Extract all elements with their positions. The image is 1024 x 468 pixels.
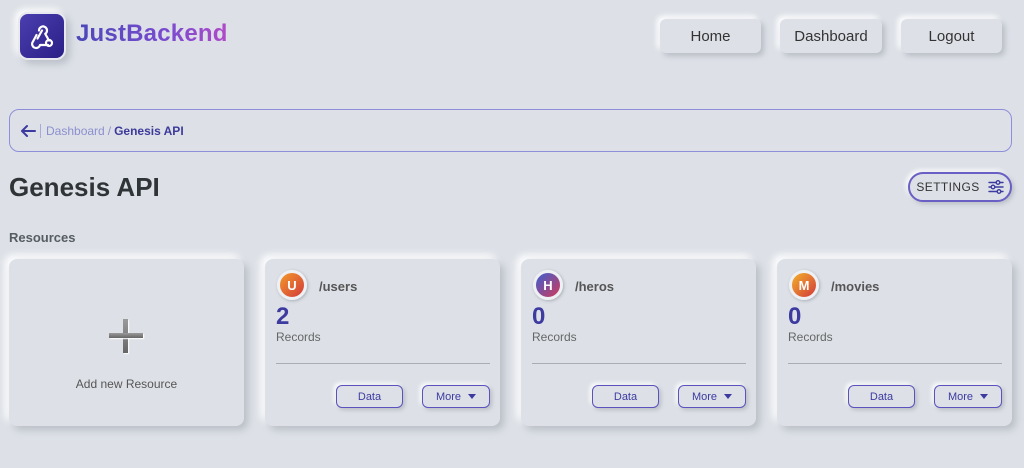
- avatar: U: [277, 270, 307, 300]
- more-dropdown-button[interactable]: More: [934, 385, 1002, 408]
- more-label: More: [947, 390, 974, 403]
- resource-name: /users: [319, 279, 358, 294]
- resource-card-movies: M /movies 0 Records Data More: [777, 259, 1012, 426]
- avatar: H: [533, 270, 563, 300]
- caret-down-icon: [980, 394, 989, 399]
- resources-section-label: Resources: [9, 230, 76, 245]
- app-logo[interactable]: [18, 12, 66, 60]
- nav-dashboard-button[interactable]: Dashboard: [780, 19, 882, 53]
- nav-home-button[interactable]: Home: [660, 19, 761, 53]
- breadcrumb-dashboard-link[interactable]: Dashboard: [46, 124, 105, 138]
- arrow-left-icon[interactable]: [20, 124, 36, 138]
- webhook-icon: [31, 25, 54, 50]
- settings-button[interactable]: SETTINGS: [908, 172, 1012, 202]
- data-button[interactable]: Data: [336, 385, 403, 408]
- record-count: 0: [788, 303, 802, 330]
- card-divider: [532, 363, 746, 364]
- page-title: Genesis API: [9, 172, 160, 202]
- caret-down-icon: [724, 394, 733, 399]
- add-resource-card[interactable]: Add new Resource: [9, 259, 244, 426]
- breadcrumb-divider: [40, 123, 41, 138]
- nav-logout-button[interactable]: Logout: [901, 19, 1002, 53]
- brand-name: JustBackend: [76, 20, 228, 47]
- data-button[interactable]: Data: [592, 385, 659, 408]
- more-label: More: [691, 390, 718, 403]
- record-count: 0: [532, 303, 546, 330]
- records-label: Records: [276, 330, 321, 344]
- resource-name: /heros: [575, 279, 615, 294]
- breadcrumb-separator: /: [107, 123, 112, 138]
- plus-icon: [109, 319, 143, 353]
- card-divider: [276, 363, 490, 364]
- records-label: Records: [532, 330, 577, 344]
- sliders-icon: [987, 180, 1004, 194]
- resource-name: /movies: [831, 279, 880, 294]
- more-label: More: [435, 390, 462, 403]
- breadcrumb: Dashboard / Genesis API: [9, 109, 1012, 152]
- breadcrumb-current: Genesis API: [114, 123, 184, 138]
- record-count: 2: [276, 303, 290, 330]
- more-dropdown-button[interactable]: More: [678, 385, 746, 408]
- data-button[interactable]: Data: [848, 385, 915, 408]
- resource-card-users: U /users 2 Records Data More: [265, 259, 500, 426]
- caret-down-icon: [468, 394, 477, 399]
- add-resource-label: Add new Resource: [75, 377, 178, 391]
- avatar: M: [789, 270, 819, 300]
- card-divider: [788, 363, 1002, 364]
- more-dropdown-button[interactable]: More: [422, 385, 490, 408]
- records-label: Records: [788, 330, 833, 344]
- settings-label: SETTINGS: [916, 180, 980, 194]
- resource-card-heros: H /heros 0 Records Data More: [521, 259, 756, 426]
